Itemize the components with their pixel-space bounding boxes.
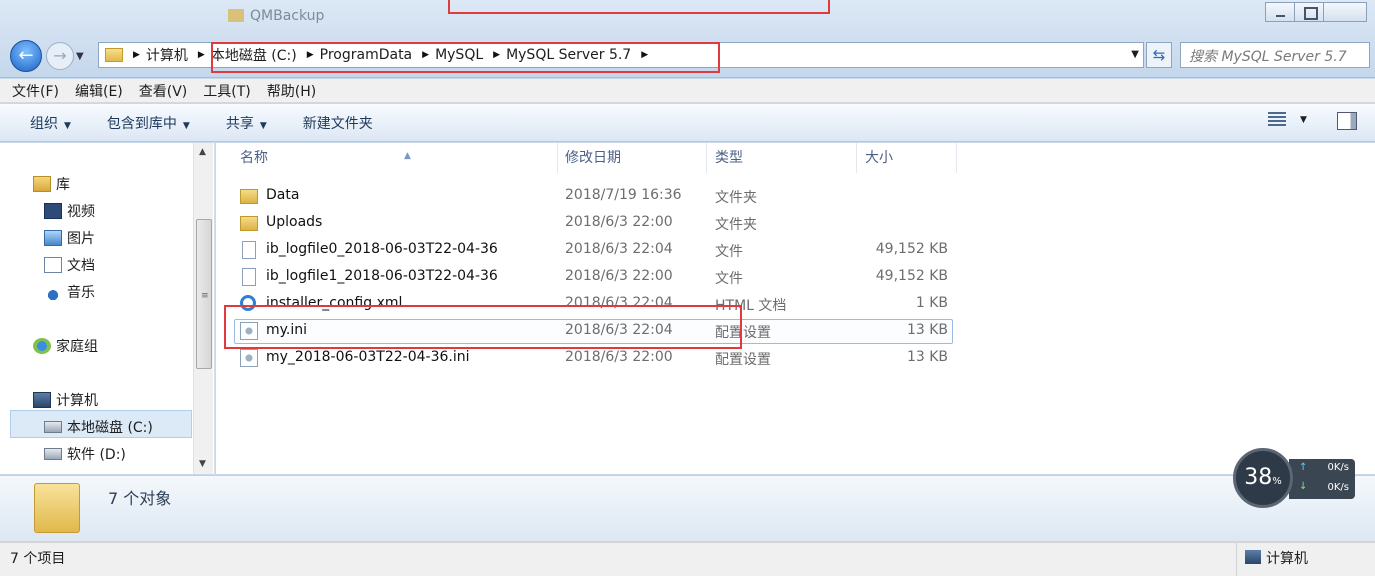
- file-icon: [242, 268, 256, 286]
- folder-icon: [228, 9, 244, 22]
- folder-icon: [240, 216, 258, 231]
- folder-icon: [105, 48, 123, 62]
- chevron-down-icon: ▼: [182, 120, 190, 131]
- chevron-right-icon[interactable]: ▶: [133, 50, 140, 60]
- computer-icon: [1245, 550, 1261, 564]
- recent-pages-dropdown[interactable]: ▼: [76, 51, 88, 62]
- folder-icon: [240, 189, 258, 204]
- scroll-grip-icon: ≡: [201, 291, 209, 301]
- chevron-down-icon: ▼: [64, 120, 71, 131]
- column-size[interactable]: 大小: [857, 143, 957, 173]
- navigation-pane: 库 视频 图片 文档 音乐 家庭组 计算机 本地磁盘 (C:) 软件 (D:) …: [0, 143, 215, 474]
- back-button[interactable]: ←: [10, 40, 42, 72]
- nav-item-music[interactable]: 音乐: [44, 282, 95, 302]
- nav-item-videos[interactable]: 视频: [44, 201, 95, 221]
- download-arrow-icon: ↓: [1299, 481, 1308, 492]
- nav-scrollbar[interactable]: ▲ ≡ ▼: [193, 143, 213, 474]
- scroll-down-icon[interactable]: ▼: [199, 459, 206, 469]
- file-row[interactable]: ib_logfile0_2018-06-03T22-04-36 2018/6/3…: [232, 237, 952, 264]
- document-icon: [44, 257, 62, 273]
- address-dropdown-icon[interactable]: ▼: [1131, 49, 1139, 60]
- network-speed-widget[interactable]: ↑ 0K/s ↓ 0K/s 38%: [1233, 448, 1355, 508]
- file-row[interactable]: Data 2018/7/19 16:36 文件夹: [232, 183, 952, 210]
- homegroup-icon: [33, 338, 51, 354]
- search-input[interactable]: 搜索 MySQL Server 5.7: [1180, 42, 1370, 68]
- background-red-annotation: [448, 0, 830, 14]
- nav-item-documents[interactable]: 文档: [44, 255, 95, 275]
- picture-icon: [44, 230, 62, 246]
- menu-tools[interactable]: 工具(T): [203, 81, 250, 101]
- computer-icon: [33, 392, 51, 408]
- menu-view[interactable]: 查看(V): [139, 81, 188, 101]
- navigation-buttons: ← → ▼: [10, 40, 88, 72]
- refresh-button[interactable]: ⇆: [1146, 42, 1172, 68]
- menu-edit[interactable]: 编辑(E): [75, 81, 123, 101]
- file-row[interactable]: my_2018-06-03T22-04-36.ini 2018/6/3 22:0…: [232, 345, 952, 372]
- include-in-library-button[interactable]: 包含到库中 ▼: [107, 113, 190, 133]
- new-folder-button[interactable]: 新建文件夹: [303, 113, 373, 133]
- breadcrumb-computer[interactable]: 计算机: [146, 45, 188, 65]
- library-icon: [33, 176, 51, 192]
- file-row[interactable]: ib_logfile1_2018-06-03T22-04-36 2018/6/3…: [232, 264, 952, 291]
- status-location: 计算机: [1236, 543, 1308, 576]
- config-file-icon: [240, 349, 258, 367]
- share-button[interactable]: 共享 ▼: [226, 113, 267, 133]
- object-count: 7 个对象: [108, 489, 172, 508]
- column-type[interactable]: 类型: [707, 143, 857, 173]
- window-controls: [1265, 2, 1367, 22]
- preview-pane-icon[interactable]: [1337, 112, 1357, 130]
- view-options-icon[interactable]: [1268, 112, 1286, 128]
- close-button[interactable]: [1323, 2, 1367, 22]
- file-rows: Data 2018/7/19 16:36 文件夹 Uploads 2018/6/…: [216, 0, 948, 368]
- menu-bar: 文件(F) 编辑(E) 查看(V) 工具(T) 帮助(H): [0, 79, 1375, 103]
- nav-item-pictures[interactable]: 图片: [44, 228, 95, 248]
- nav-item-disk-c[interactable]: 本地磁盘 (C:): [44, 417, 153, 437]
- my-ini-red-annotation: [224, 305, 742, 349]
- disk-icon: [44, 448, 62, 460]
- speed-panel: ↑ 0K/s ↓ 0K/s: [1289, 459, 1355, 499]
- address-red-annotation: [211, 42, 720, 73]
- video-icon: [44, 203, 62, 219]
- organize-button[interactable]: 组织 ▼: [30, 113, 71, 133]
- nav-item-library[interactable]: 库: [33, 174, 70, 194]
- nav-item-computer[interactable]: 计算机: [33, 390, 98, 410]
- nav-item-homegroup[interactable]: 家庭组: [33, 336, 98, 356]
- sort-ascending-icon: ▲: [404, 151, 411, 161]
- forward-button[interactable]: →: [46, 42, 74, 70]
- disk-icon: [44, 421, 62, 433]
- menu-file[interactable]: 文件(F): [12, 81, 59, 101]
- command-bar: 组织 ▼ 包含到库中 ▼ 共享 ▼ 新建文件夹: [0, 104, 1375, 142]
- column-name[interactable]: 名称 ▲: [232, 143, 558, 173]
- column-modified[interactable]: 修改日期: [557, 143, 707, 173]
- scroll-up-icon[interactable]: ▲: [199, 147, 206, 157]
- minimize-button[interactable]: [1265, 2, 1295, 22]
- upload-rate: 0K/s: [1327, 462, 1350, 473]
- chevron-down-icon: ▼: [259, 120, 267, 131]
- nav-item-disk-d[interactable]: 软件 (D:): [44, 444, 126, 464]
- details-pane: 7 个对象: [0, 475, 1375, 541]
- upload-arrow-icon: ↑: [1299, 462, 1308, 473]
- background-window-ghost: QMBackup: [228, 8, 324, 24]
- menu-help[interactable]: 帮助(H): [267, 81, 316, 101]
- maximize-button[interactable]: [1294, 2, 1324, 22]
- status-bar: 7 个项目 计算机: [0, 542, 1375, 576]
- item-count: 7 个项目: [10, 551, 66, 567]
- chevron-down-icon[interactable]: ▼: [1300, 115, 1307, 125]
- folder-icon: [34, 483, 80, 533]
- download-rate: 0K/s: [1327, 482, 1350, 493]
- file-icon: [242, 241, 256, 259]
- file-row[interactable]: Uploads 2018/6/3 22:00 文件夹: [232, 210, 952, 237]
- memory-usage-gauge: 38%: [1233, 448, 1293, 508]
- chevron-right-icon[interactable]: ▶: [198, 50, 205, 60]
- music-icon: [44, 284, 62, 300]
